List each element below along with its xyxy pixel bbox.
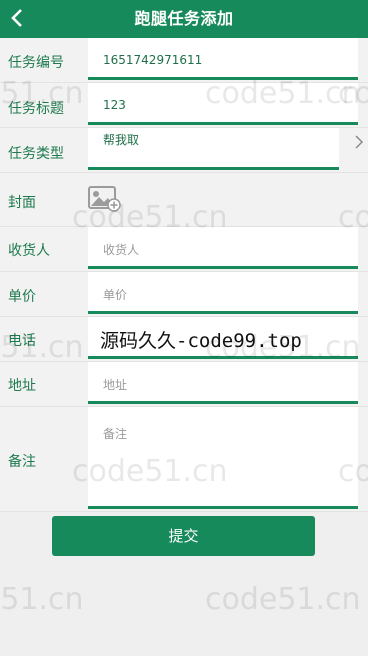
address-placeholder: 地址	[103, 378, 128, 392]
price-input[interactable]: 单价	[88, 272, 358, 314]
task-no-value: 1651742971611	[103, 53, 203, 67]
row-cover: 封面	[0, 173, 368, 227]
row-task-title: 任务标题 123	[0, 83, 368, 128]
row-address: 地址 地址	[0, 362, 368, 407]
row-receiver: 收货人 收货人	[0, 227, 368, 272]
address-label: 地址	[8, 378, 36, 394]
app-header: 跑腿任务添加	[0, 0, 368, 38]
note-textarea[interactable]: 备注	[88, 407, 358, 509]
receiver-input[interactable]: 收货人	[88, 227, 358, 269]
row-note: 备注 备注	[0, 407, 368, 512]
image-upload-icon[interactable]	[88, 184, 122, 212]
task-title-label: 任务标题	[8, 101, 64, 117]
task-form: 任务编号 1651742971611 任务标题 123 任务类型 帮我取 封面	[0, 38, 368, 512]
overlay-watermark-text: 源码久久-code99.top	[100, 330, 302, 352]
task-no-label: 任务编号	[8, 55, 64, 71]
address-input[interactable]: 地址	[88, 362, 358, 404]
task-type-select[interactable]: 帮我取	[88, 128, 339, 170]
note-placeholder: 备注	[103, 427, 128, 441]
task-title-value: 123	[103, 98, 126, 112]
task-type-value: 帮我取	[103, 133, 140, 147]
row-task-no: 任务编号 1651742971611	[0, 38, 368, 83]
row-price: 单价 单价	[0, 272, 368, 317]
cover-label: 封面	[8, 195, 36, 211]
price-label: 单价	[8, 289, 36, 305]
phone-label: 电话	[8, 333, 36, 349]
task-title-input[interactable]: 123	[88, 83, 358, 125]
receiver-placeholder: 收货人	[103, 243, 140, 257]
chevron-right-icon[interactable]	[354, 135, 364, 149]
row-task-type: 任务类型 帮我取	[0, 128, 368, 173]
receiver-label: 收货人	[8, 243, 50, 259]
watermark: code51.cn	[0, 582, 84, 617]
note-label: 备注	[8, 454, 36, 470]
page-title: 跑腿任务添加	[134, 9, 234, 28]
price-placeholder: 单价	[103, 288, 128, 302]
watermark: code51.cn	[205, 582, 361, 617]
submit-button[interactable]: 提交	[52, 516, 315, 556]
task-type-label: 任务类型	[8, 146, 64, 162]
task-no-input[interactable]: 1651742971611	[88, 38, 358, 80]
